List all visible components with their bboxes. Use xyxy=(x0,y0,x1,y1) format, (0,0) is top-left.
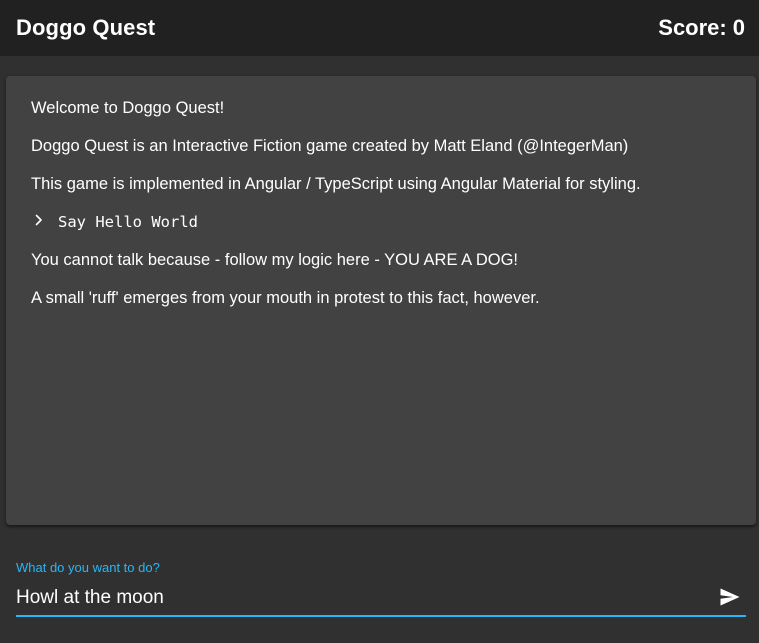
story-line-tech: This game is implemented in Angular / Ty… xyxy=(31,175,641,193)
story-response-2: A small 'ruff' emerges from your mouth i… xyxy=(31,289,540,307)
command-echo-text: Say Hello World xyxy=(58,213,198,231)
command-input[interactable] xyxy=(16,583,718,613)
story-panel: Welcome to Doggo Quest! Doggo Quest is a… xyxy=(6,76,756,525)
command-input-row xyxy=(16,582,746,614)
app-title: Doggo Quest xyxy=(16,15,156,40)
command-input-label: What do you want to do? xyxy=(16,560,160,575)
send-icon xyxy=(720,588,740,609)
command-input-underline xyxy=(16,615,746,617)
story-response-1: You cannot talk because - follow my logi… xyxy=(31,251,518,269)
score-label: Score: xyxy=(658,15,727,40)
story-line-welcome: Welcome to Doggo Quest! xyxy=(31,99,225,117)
send-button[interactable] xyxy=(718,586,742,610)
command-form: What do you want to do? xyxy=(16,558,746,618)
score-value: 0 xyxy=(732,15,745,40)
story-line-credits: Doggo Quest is an Interactive Fiction ga… xyxy=(31,137,629,155)
command-echo: Say Hello World xyxy=(31,212,731,232)
chevron-right-icon xyxy=(33,213,45,226)
score-display: Score: 0 xyxy=(658,15,745,41)
app-toolbar: Doggo Quest Score: 0 xyxy=(0,0,759,56)
